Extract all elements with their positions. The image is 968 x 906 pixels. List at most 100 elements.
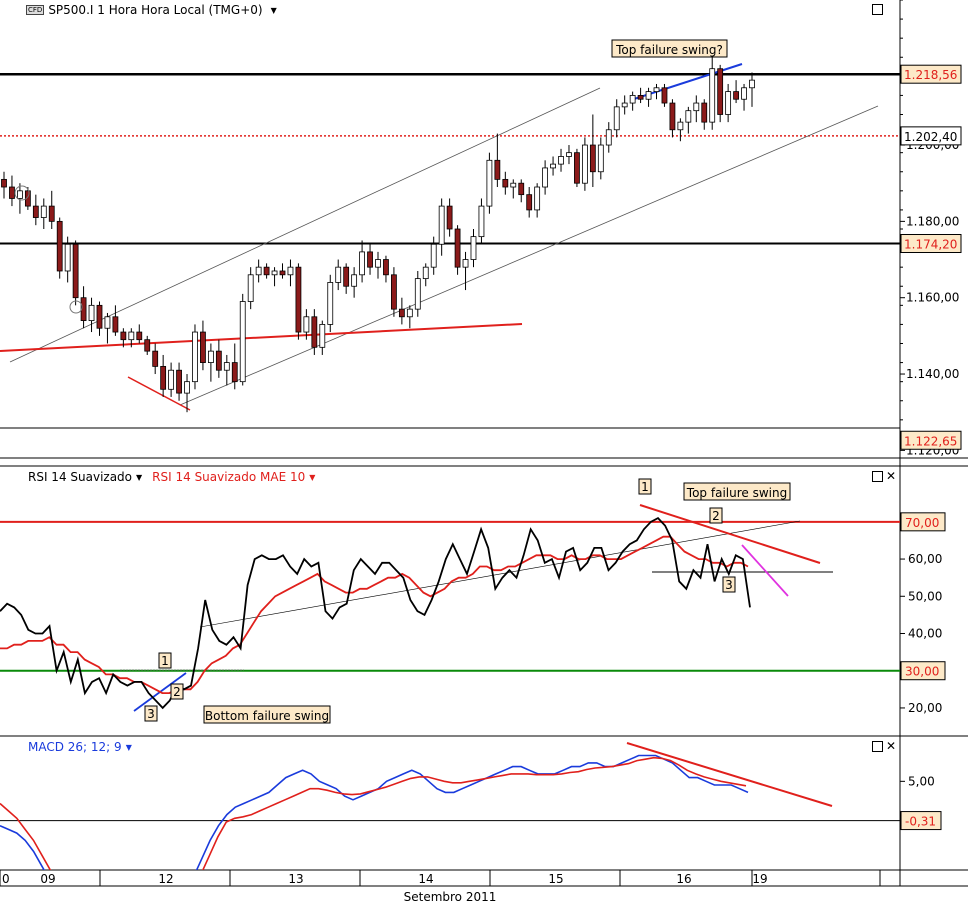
candle-body — [168, 369, 175, 390]
candle-body — [351, 274, 358, 287]
candle — [661, 83, 668, 107]
candle-body — [160, 365, 167, 390]
candle-body — [749, 79, 755, 89]
candle-body — [295, 266, 302, 333]
candle-body — [581, 144, 588, 184]
close-icon[interactable]: ✕ — [886, 740, 896, 752]
candle — [295, 263, 302, 340]
candle-body — [128, 331, 135, 341]
x-tick-label: 09 — [40, 872, 55, 886]
candle-body — [231, 362, 238, 383]
candle-body — [693, 102, 700, 112]
candle-body — [335, 266, 342, 283]
close-icon[interactable]: ✕ — [886, 470, 896, 482]
x-axis-title: Setembro 2011 — [404, 890, 497, 904]
candle-body — [733, 91, 739, 100]
candle-body — [566, 152, 572, 157]
candle-body — [383, 259, 389, 276]
candle-body — [375, 259, 381, 268]
rsi-y-tick-label: 50,00 — [908, 589, 942, 603]
rsi-panel-header: RSI 14 Suavizado ▼ RSI 14 Suavizado MAE … — [28, 470, 315, 484]
candle-body — [287, 266, 294, 276]
top-point-3: 3 — [725, 578, 733, 592]
chevron-down-icon[interactable]: ▼ — [271, 6, 277, 15]
chevron-down-icon[interactable]: ▼ — [309, 473, 315, 482]
candle-body — [669, 102, 676, 131]
candle-body — [136, 331, 143, 341]
candle-body — [88, 304, 95, 322]
candle-body — [613, 106, 620, 131]
candle-body — [207, 350, 214, 363]
candle-body — [263, 266, 270, 276]
candle-body — [398, 308, 405, 318]
rsi-mae-label[interactable]: RSI 14 Suavizado MAE 10 — [152, 470, 305, 484]
candle-body — [319, 324, 326, 348]
candle-body — [406, 308, 413, 318]
candle-body — [303, 316, 310, 333]
candle-body — [391, 274, 397, 310]
candle-body — [550, 163, 556, 169]
candle-body — [255, 266, 262, 276]
candle-body — [40, 205, 47, 218]
rsi-label[interactable]: RSI 14 Suavizado — [28, 470, 132, 484]
maximize-icon[interactable] — [872, 471, 883, 482]
rsi-level-label: 30,00 — [905, 665, 939, 679]
candle-body — [741, 87, 747, 100]
candle-body — [709, 68, 716, 123]
candle-body — [510, 182, 517, 188]
symbol-badge: CFD — [26, 5, 45, 15]
top-point-1: 1 — [641, 480, 649, 494]
maximize-icon[interactable] — [872, 4, 883, 15]
maximize-icon[interactable] — [872, 741, 883, 752]
candle-body — [359, 251, 365, 276]
candle — [72, 240, 79, 306]
candle-body — [637, 95, 644, 100]
candle-body — [486, 159, 493, 207]
candle-body — [184, 381, 190, 394]
y-tick-label: 1.160,00 — [906, 291, 959, 305]
candle-body — [542, 167, 549, 188]
candle-body — [215, 350, 222, 371]
candle-body — [454, 228, 461, 268]
price-panel-header: CFD SP500.I 1 Hora Hora Local (TMG+0) ▼ — [26, 3, 277, 17]
candle — [56, 217, 63, 279]
x-tick-label: 13 — [288, 872, 303, 886]
candle-body — [629, 95, 636, 104]
candle-body — [558, 156, 564, 165]
candle-body — [526, 194, 533, 211]
candle-body — [605, 129, 612, 146]
candle-body — [574, 152, 580, 184]
macd-y-tick-label: 5,00 — [908, 774, 935, 788]
x-tick-label: 15 — [548, 872, 563, 886]
candle-body — [72, 243, 79, 299]
macd-panel-header: MACD 26; 12; 9 ▼ — [28, 740, 132, 754]
candle-body — [176, 369, 182, 394]
chevron-down-icon[interactable]: ▼ — [136, 473, 142, 482]
candle-body — [144, 339, 151, 352]
price-label: 1.122,65 — [904, 434, 957, 448]
rsi-y-tick-label: 20,00 — [908, 701, 942, 715]
candle — [239, 293, 246, 386]
candle-body — [621, 102, 628, 108]
chevron-down-icon[interactable]: ▼ — [126, 743, 132, 752]
candle-body — [223, 362, 230, 371]
top-failure-swing-label: Top failure swing — [686, 486, 787, 500]
x-tick-label: 14 — [418, 872, 433, 886]
candle — [581, 137, 588, 191]
candle-body — [152, 350, 159, 367]
bottom-point-1: 1 — [161, 654, 169, 668]
rsi-level-label: 70,00 — [905, 516, 939, 530]
candle-body — [271, 270, 278, 276]
macd-label[interactable]: MACD 26; 12; 9 — [28, 740, 122, 754]
bottom-failure-swing-label: Bottom failure swing — [205, 709, 329, 723]
candle-body — [112, 316, 119, 333]
candle-body — [462, 259, 469, 268]
candle-body — [470, 236, 477, 260]
candle-body — [64, 243, 71, 272]
candle — [454, 225, 461, 275]
candle-body — [32, 205, 39, 218]
candle-body — [17, 190, 23, 199]
price-label: 1.218,56 — [904, 68, 957, 82]
candle-body — [446, 205, 453, 230]
candle-body — [343, 266, 350, 287]
